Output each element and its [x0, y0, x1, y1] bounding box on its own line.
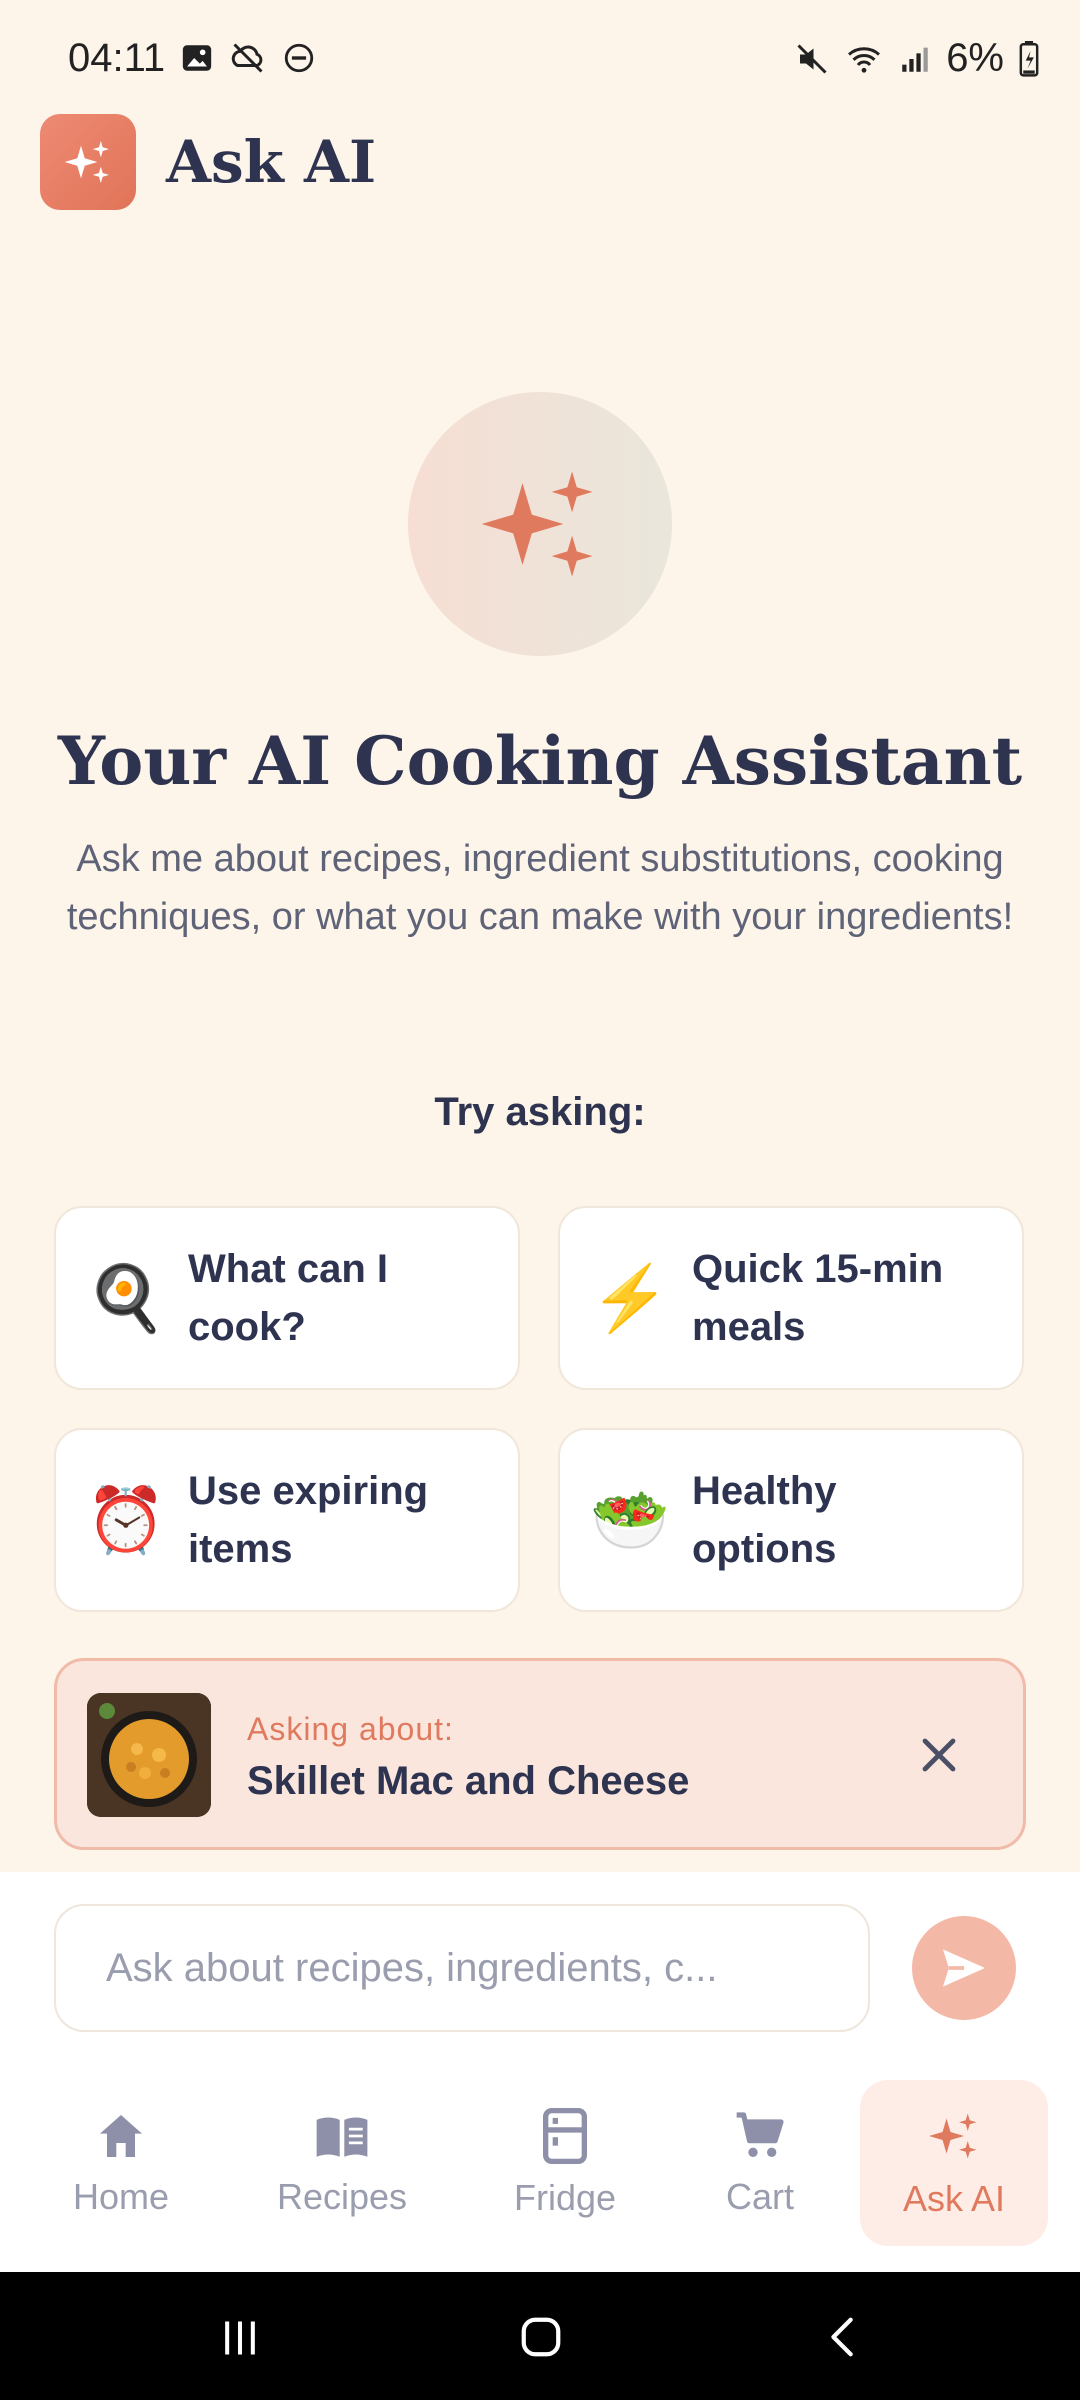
app-logo	[40, 114, 136, 210]
battery-icon	[1019, 40, 1039, 77]
lightning-icon: ⚡	[590, 1261, 670, 1334]
recipe-context-card: Asking about: Skillet Mac and Cheese	[54, 1658, 1026, 1850]
nav-cart[interactable]: Cart	[690, 2080, 830, 2246]
suggestion-expiring-items[interactable]: ⏰ Use expiring items	[54, 1428, 520, 1612]
signal-icon	[902, 47, 928, 72]
hero-badge	[408, 392, 672, 656]
suggestions-heading: Try asking:	[434, 1090, 646, 1134]
suggestion-label: Quick 15-min meals	[692, 1247, 944, 1349]
recipe-thumbnail	[87, 1693, 211, 1817]
page-title: Ask AI	[166, 128, 377, 196]
hero-subtitle: Ask me about recipes, ingredient substit…	[66, 838, 1014, 938]
status-bar: 04:11 6%	[0, 0, 1080, 110]
mute-icon	[797, 43, 827, 74]
nav-home[interactable]: Home	[46, 2080, 196, 2246]
image-icon	[182, 45, 212, 71]
fridge-icon	[543, 2107, 587, 2165]
suggestion-healthy-options[interactable]: 🥗 Healthy options	[558, 1428, 1024, 1612]
recents-icon[interactable]	[218, 2316, 262, 2360]
status-icons-left	[180, 40, 316, 76]
book-icon	[316, 2117, 368, 2157]
dnd-icon	[284, 43, 314, 73]
context-recipe-name: Skillet Mac and Cheese	[247, 1759, 690, 1803]
sparkles-icon	[481, 471, 593, 577]
wifi-icon	[848, 46, 881, 73]
alarm-clock-icon: ⏰	[86, 1483, 166, 1556]
suggestion-label: Healthy options	[692, 1469, 837, 1571]
nav-label: Home	[72, 2176, 170, 2217]
nav-ask-ai[interactable]: Ask AI	[860, 2080, 1048, 2246]
chat-input-bar	[0, 1872, 1080, 2064]
send-icon	[943, 1949, 985, 1987]
sparkles-icon	[64, 141, 109, 183]
status-icons-right: 6%	[794, 36, 1040, 81]
back-icon[interactable]	[820, 2314, 866, 2360]
frying-pan-icon: 🍳	[86, 1261, 166, 1334]
suggestion-label: What can I cook?	[188, 1247, 389, 1349]
cart-icon	[736, 2112, 784, 2157]
bottom-nav: Home Recipes Fridge Cart Ask AI	[0, 2064, 1080, 2272]
suggestion-label: Use expiring items	[188, 1469, 429, 1571]
nav-label: Fridge	[513, 2177, 617, 2218]
chat-input[interactable]	[54, 1904, 870, 2032]
home-button-icon[interactable]	[518, 2314, 564, 2360]
nav-label: Ask AI	[902, 2178, 1006, 2219]
sparkles-icon	[929, 2113, 977, 2159]
nav-fridge[interactable]: Fridge	[490, 2080, 640, 2246]
hero-title: Your AI Cooking Assistant	[57, 722, 1023, 800]
sync-off-icon	[231, 43, 263, 73]
home-icon	[100, 2115, 142, 2157]
suggestion-quick-meals[interactable]: ⚡ Quick 15-min meals	[558, 1206, 1024, 1390]
system-nav-bar	[0, 2272, 1080, 2400]
app-header: Ask AI	[40, 112, 376, 212]
nav-label: Recipes	[276, 2176, 408, 2217]
close-icon[interactable]	[915, 1731, 963, 1779]
battery-level: 6%	[946, 36, 1004, 80]
send-button[interactable]	[912, 1916, 1016, 2020]
nav-label: Cart	[725, 2176, 794, 2217]
status-time: 04:11	[68, 36, 166, 80]
context-caption: Asking about:	[247, 1711, 454, 1747]
salad-icon: 🥗	[590, 1483, 670, 1556]
suggestion-what-can-i-cook[interactable]: 🍳 What can I cook?	[54, 1206, 520, 1390]
nav-recipes[interactable]: Recipes	[262, 2080, 422, 2246]
